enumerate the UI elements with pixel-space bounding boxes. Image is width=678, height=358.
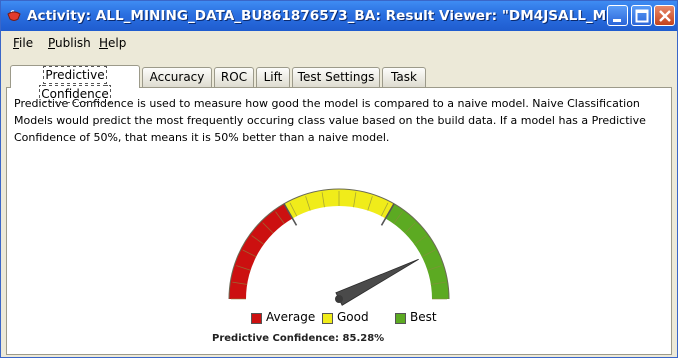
java-cup-icon <box>7 10 21 21</box>
tab-predictive-confidence[interactable]: Predictive Confidence <box>10 65 140 103</box>
close-icon <box>659 10 671 22</box>
menu-help[interactable]: Help <box>99 36 126 50</box>
tab-accuracy[interactable]: Accuracy <box>142 67 212 87</box>
confidence-readout: Predictive Confidence: 85.28% <box>212 333 385 344</box>
tab-lift[interactable]: Lift <box>256 67 290 87</box>
gauge-zone-average <box>229 203 293 299</box>
maximize-icon <box>635 9 649 23</box>
title-bar[interactable]: Activity: ALL_MINING_DATA_BU861876573_BA… <box>1 1 677 32</box>
maximize-button[interactable] <box>631 5 652 26</box>
minimize-button[interactable] <box>607 5 628 26</box>
legend-swatch-best <box>395 313 406 324</box>
tab-strip: Predictive Confidence Accuracy ROC Lift … <box>1 55 677 103</box>
minimize-icon <box>613 19 621 22</box>
predictive-confidence-panel: Predictive Confidence is used to measure… <box>6 87 672 355</box>
result-viewer-window: Activity: ALL_MINING_DATA_BU861876573_BA… <box>0 0 678 358</box>
legend-label-best: Best <box>410 310 437 324</box>
legend-swatch-average <box>251 313 262 324</box>
tab-task[interactable]: Task <box>382 67 426 87</box>
gauge-zone-best <box>385 203 449 299</box>
menu-publish[interactable]: Publish <box>48 36 91 50</box>
menu-file[interactable]: File <box>13 36 33 50</box>
legend-label-good: Good <box>337 310 369 324</box>
legend-label-average: Average <box>266 310 316 324</box>
tab-roc[interactable]: ROC <box>214 67 254 87</box>
tab-test-settings[interactable]: Test Settings <box>292 67 380 87</box>
close-button[interactable] <box>654 5 675 26</box>
menu-bar: File Publish Help <box>1 31 677 55</box>
legend-swatch-good <box>322 313 333 324</box>
gauge-needle-hub <box>335 295 343 303</box>
gauge-needle <box>335 258 419 306</box>
window-title: Activity: ALL_MINING_DATA_BU861876573_BA… <box>27 8 607 24</box>
